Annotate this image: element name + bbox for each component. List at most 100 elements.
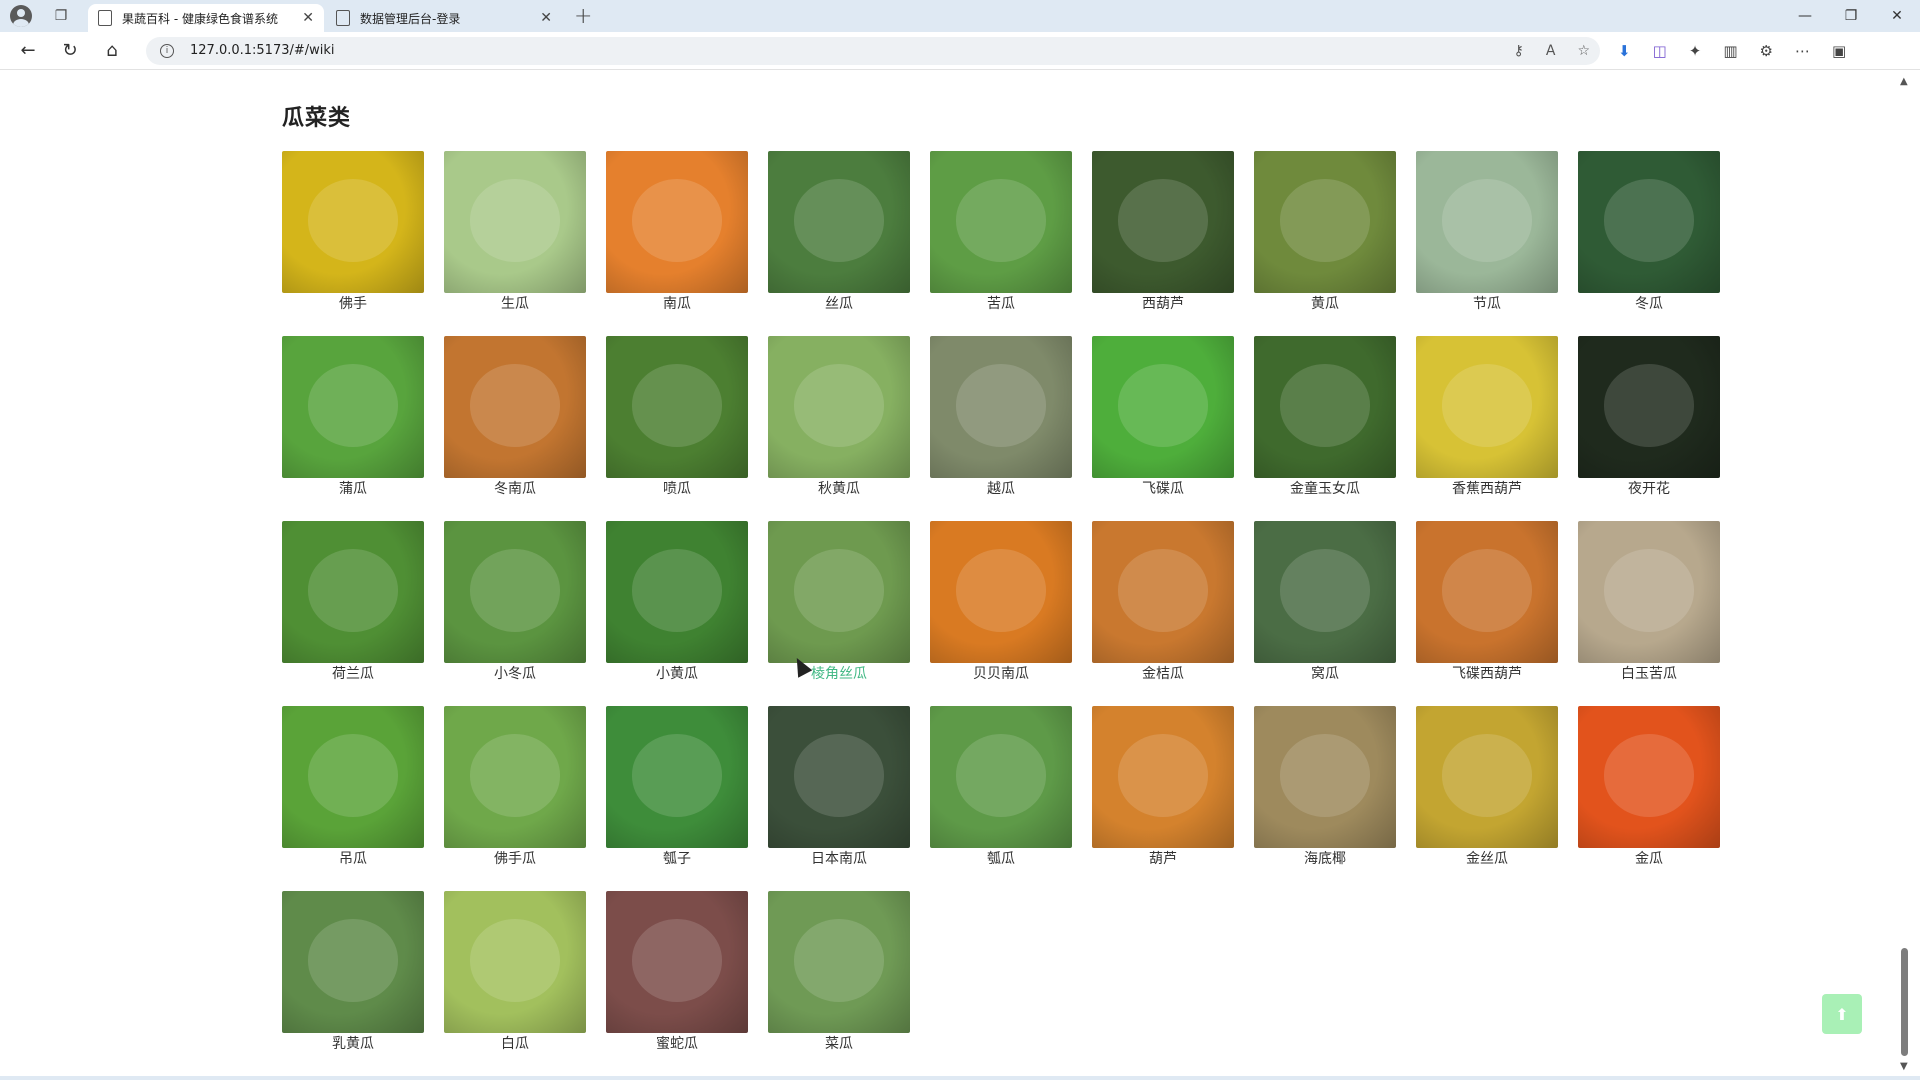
produce-image[interactable] xyxy=(768,521,910,663)
produce-image[interactable] xyxy=(768,891,910,1033)
produce-image[interactable] xyxy=(606,521,748,663)
produce-image[interactable] xyxy=(1416,336,1558,478)
produce-name[interactable]: 蒲瓜 xyxy=(339,481,367,497)
produce-card[interactable]: 佛手 xyxy=(282,151,424,313)
produce-name[interactable]: 冬南瓜 xyxy=(494,481,536,497)
produce-card[interactable]: 秋黄瓜 xyxy=(768,336,910,498)
produce-card[interactable]: 海底椰 xyxy=(1254,706,1396,868)
produce-image[interactable] xyxy=(1092,521,1234,663)
produce-name[interactable]: 海底椰 xyxy=(1304,851,1346,867)
key-icon[interactable]: ⚷ xyxy=(1514,43,1524,59)
produce-name[interactable]: 丝瓜 xyxy=(825,296,853,312)
scrollbar-thumb[interactable] xyxy=(1901,948,1908,1056)
produce-name[interactable]: 吊瓜 xyxy=(339,851,367,867)
produce-name[interactable]: 越瓜 xyxy=(987,481,1015,497)
produce-image[interactable] xyxy=(768,151,910,293)
produce-image[interactable] xyxy=(1254,151,1396,293)
produce-image[interactable] xyxy=(768,336,910,478)
produce-card[interactable]: 越瓜 xyxy=(930,336,1072,498)
produce-image[interactable] xyxy=(1254,706,1396,848)
scroll-up-icon[interactable]: ▲ xyxy=(1900,76,1908,87)
produce-card[interactable]: 荷兰瓜 xyxy=(282,521,424,683)
produce-card[interactable]: 窝瓜 xyxy=(1254,521,1396,683)
produce-image[interactable] xyxy=(606,891,748,1033)
produce-name[interactable]: 小冬瓜 xyxy=(494,666,536,682)
produce-card[interactable]: 黄瓜 xyxy=(1254,151,1396,313)
produce-card[interactable]: 南瓜 xyxy=(606,151,748,313)
produce-card[interactable]: 金瓜 xyxy=(1578,706,1720,868)
produce-card[interactable]: 喷瓜 xyxy=(606,336,748,498)
produce-image[interactable] xyxy=(282,521,424,663)
produce-image[interactable] xyxy=(606,151,748,293)
produce-name[interactable]: 金童玉女瓜 xyxy=(1290,481,1360,497)
browser-tab-admin-login[interactable]: 数据管理后台-登录 ✕ xyxy=(326,4,562,32)
close-icon[interactable]: ✕ xyxy=(540,10,552,26)
produce-card[interactable]: 佛手瓜 xyxy=(444,706,586,868)
produce-image[interactable] xyxy=(1578,336,1720,478)
produce-name[interactable]: 棱角丝瓜 xyxy=(811,666,867,682)
new-tab-button[interactable]: + xyxy=(574,4,592,29)
produce-image[interactable] xyxy=(1254,336,1396,478)
produce-name[interactable]: 菜瓜 xyxy=(825,1036,853,1052)
produce-name[interactable]: 金丝瓜 xyxy=(1466,851,1508,867)
produce-card[interactable]: 金丝瓜 xyxy=(1416,706,1558,868)
produce-image[interactable] xyxy=(1092,706,1234,848)
restore-icon[interactable]: ❐ xyxy=(1828,0,1874,32)
produce-name[interactable]: 喷瓜 xyxy=(663,481,691,497)
back-to-top-button[interactable]: ⬆ xyxy=(1822,994,1862,1034)
produce-image[interactable] xyxy=(930,706,1072,848)
produce-card[interactable]: 白瓜 xyxy=(444,891,586,1053)
produce-name[interactable]: 香蕉西葫芦 xyxy=(1452,481,1522,497)
produce-image[interactable] xyxy=(1578,521,1720,663)
produce-name[interactable]: 西葫芦 xyxy=(1142,296,1184,312)
produce-name[interactable]: 节瓜 xyxy=(1473,296,1501,312)
produce-card[interactable]: 金桔瓜 xyxy=(1092,521,1234,683)
back-icon[interactable]: ← xyxy=(14,37,42,65)
produce-card[interactable]: 夜开花 xyxy=(1578,336,1720,498)
produce-card[interactable]: 飞碟瓜 xyxy=(1092,336,1234,498)
produce-card[interactable]: 葫芦 xyxy=(1092,706,1234,868)
produce-image[interactable] xyxy=(930,336,1072,478)
produce-image[interactable] xyxy=(282,891,424,1033)
produce-card[interactable]: 白玉苦瓜 xyxy=(1578,521,1720,683)
produce-name[interactable]: 苦瓜 xyxy=(987,296,1015,312)
split-screen-icon[interactable]: ◫ xyxy=(1653,42,1667,60)
produce-card[interactable]: 日本南瓜 xyxy=(768,706,910,868)
produce-image[interactable] xyxy=(1092,151,1234,293)
url-field[interactable]: i 127.0.0.1:5173/#/wiki ⚷ A ☆ xyxy=(146,36,1600,65)
produce-image[interactable] xyxy=(444,336,586,478)
produce-image[interactable] xyxy=(282,336,424,478)
produce-card[interactable]: 西葫芦 xyxy=(1092,151,1234,313)
produce-card[interactable]: 小冬瓜 xyxy=(444,521,586,683)
extensions-icon[interactable]: ✦ xyxy=(1689,42,1702,60)
minimize-icon[interactable]: — xyxy=(1782,0,1828,32)
produce-card[interactable]: 冬瓜 xyxy=(1578,151,1720,313)
vertical-scrollbar[interactable]: ▲ ▼ xyxy=(1898,70,1912,1076)
tab-actions-icon[interactable]: ❐ xyxy=(50,5,72,27)
produce-name[interactable]: 金瓜 xyxy=(1635,851,1663,867)
produce-card[interactable]: 香蕉西葫芦 xyxy=(1416,336,1558,498)
produce-image[interactable] xyxy=(1416,706,1558,848)
produce-image[interactable] xyxy=(282,706,424,848)
produce-card[interactable]: 生瓜 xyxy=(444,151,586,313)
produce-image[interactable] xyxy=(930,521,1072,663)
profile-icon[interactable] xyxy=(10,5,32,27)
produce-name[interactable]: 黄瓜 xyxy=(1311,296,1339,312)
produce-image[interactable] xyxy=(1578,706,1720,848)
produce-image[interactable] xyxy=(606,706,748,848)
produce-name[interactable]: 贝贝南瓜 xyxy=(973,666,1029,682)
produce-name[interactable]: 蜜蛇瓜 xyxy=(656,1036,698,1052)
produce-name[interactable]: 白玉苦瓜 xyxy=(1621,666,1677,682)
produce-image[interactable] xyxy=(1578,151,1720,293)
produce-name[interactable]: 生瓜 xyxy=(501,296,529,312)
produce-image[interactable] xyxy=(930,151,1072,293)
produce-image[interactable] xyxy=(282,151,424,293)
produce-name[interactable]: 佛手瓜 xyxy=(494,851,536,867)
produce-image[interactable] xyxy=(606,336,748,478)
produce-card[interactable]: 金童玉女瓜 xyxy=(1254,336,1396,498)
collections-icon[interactable]: ⚙ xyxy=(1760,42,1773,60)
produce-image[interactable] xyxy=(768,706,910,848)
produce-name[interactable]: 乳黄瓜 xyxy=(332,1036,374,1052)
produce-card[interactable]: 瓠瓜 xyxy=(930,706,1072,868)
produce-name[interactable]: 瓠瓜 xyxy=(987,851,1015,867)
